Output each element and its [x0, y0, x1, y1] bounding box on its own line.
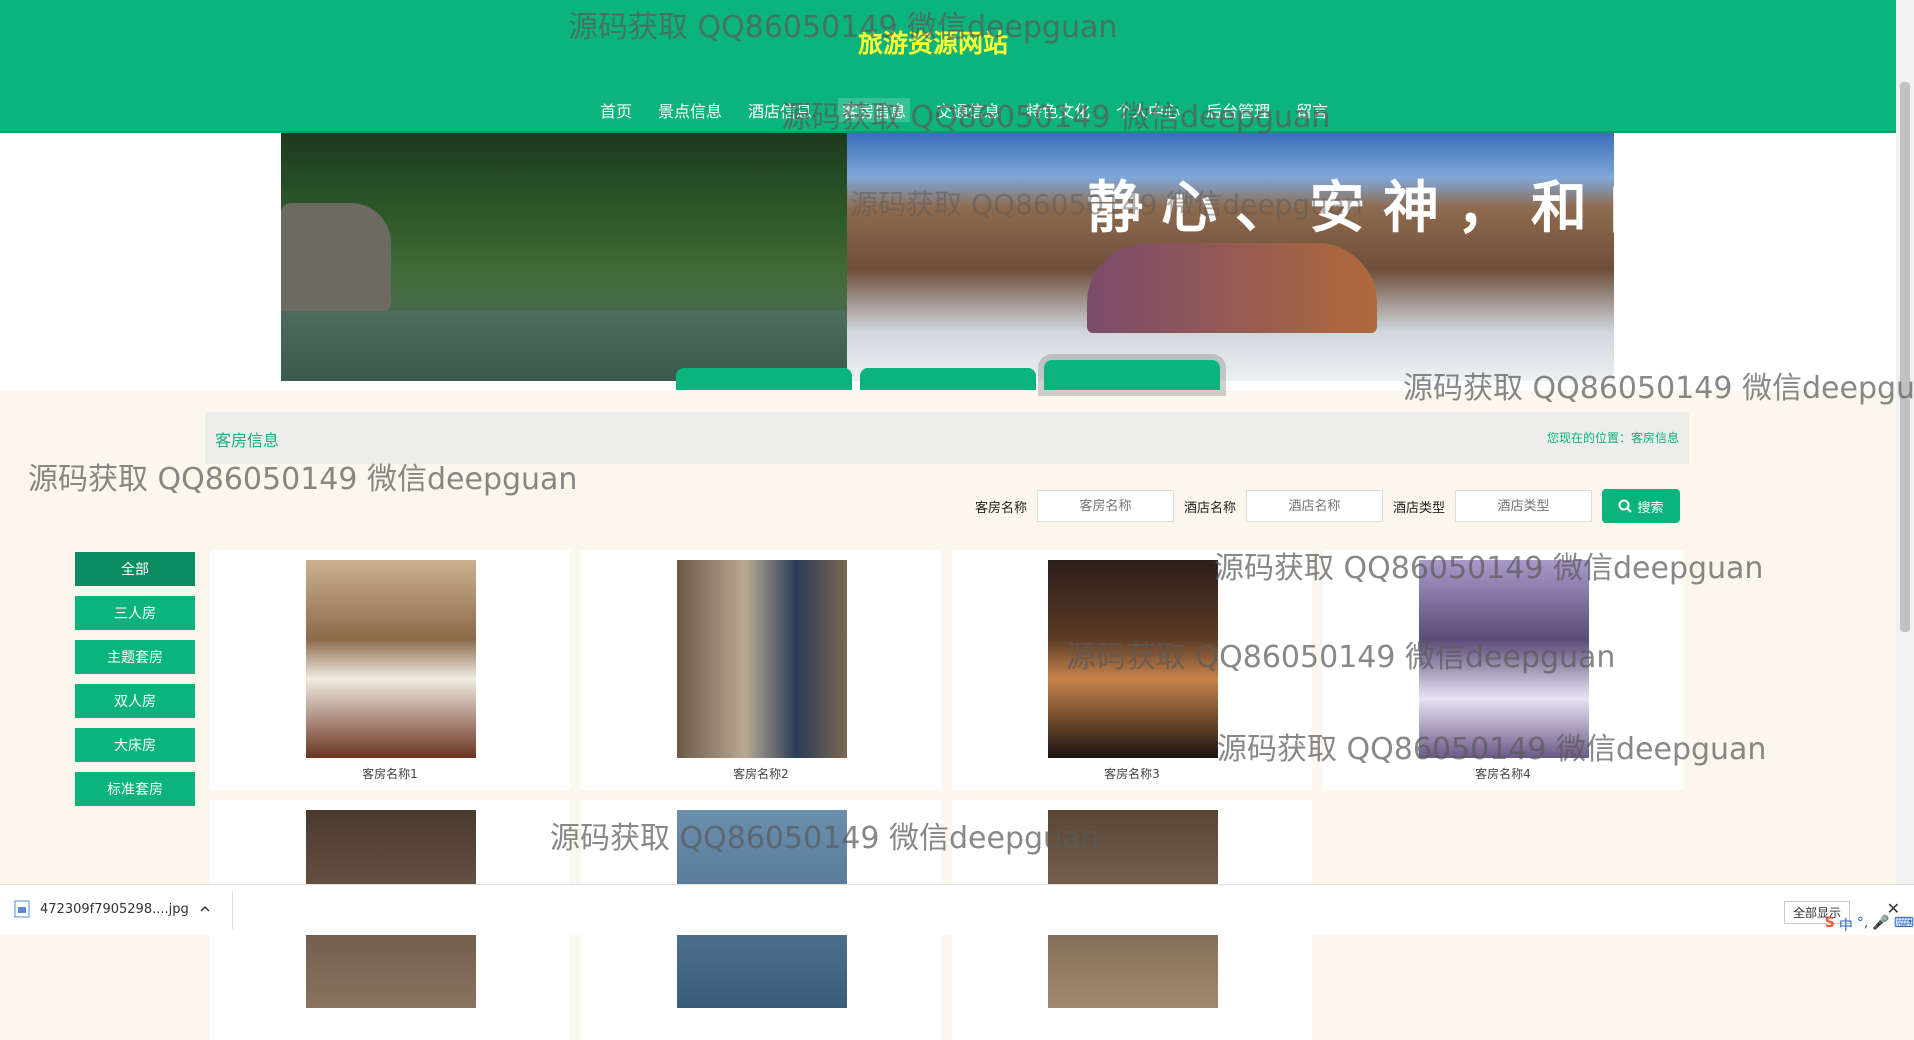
search-icon — [1618, 499, 1633, 513]
room-name-label: 客房名称 — [974, 500, 1027, 516]
room-name: 客房名称1 — [362, 767, 418, 781]
breadcrumb: 客房信息 您现在的位置：客房信息 — [205, 412, 1689, 464]
room-photo — [1048, 560, 1218, 758]
location-prefix: 您现在的位置： — [1546, 431, 1631, 445]
punctuation-icon[interactable]: °, — [1857, 915, 1868, 935]
hotel-type-input[interactable] — [1455, 490, 1592, 522]
room-card[interactable]: 客房名称3 — [952, 550, 1312, 790]
category-theme-suite[interactable]: 主题套房 — [75, 640, 195, 674]
site-title: 旅游资源网站 — [857, 29, 1008, 58]
nav-culture[interactable]: 特色文化 — [1026, 98, 1090, 122]
room-name: 客房名称2 — [733, 767, 789, 781]
carousel-dot-3[interactable] — [1044, 360, 1220, 390]
nav-messages[interactable]: 留言 — [1296, 98, 1328, 122]
sogou-icon[interactable]: S — [1825, 915, 1835, 935]
location-link[interactable]: 客房信息 — [1631, 431, 1679, 445]
carousel-indicators — [676, 360, 1220, 390]
room-photo — [1419, 560, 1589, 758]
chevron-up-icon[interactable] — [199, 903, 211, 915]
banner-building — [1087, 243, 1377, 333]
image-file-icon — [14, 900, 30, 918]
nav-personal-center[interactable]: 个人中心 — [1116, 98, 1180, 122]
category-triple[interactable]: 三人房 — [75, 596, 195, 630]
ime-tray: S 中 °, 🎤 ⌨ — [1825, 915, 1914, 935]
search-button[interactable]: 搜索 — [1602, 489, 1680, 523]
ime-mode[interactable]: 中 — [1839, 915, 1853, 935]
download-item[interactable]: 472309f7905298....jpg — [14, 900, 211, 918]
room-photo — [677, 560, 847, 758]
nav-transport[interactable]: 交通信息 — [936, 98, 1000, 122]
carousel-dot-2[interactable] — [860, 368, 1036, 390]
search-form: 客房名称 酒店名称 酒店类型 搜索 — [975, 489, 1680, 523]
room-card[interactable]: 客房名称1 — [210, 550, 570, 790]
banner-calligraphy: 静心、安神，和自 — [1087, 175, 1614, 241]
banner-rock — [281, 203, 391, 313]
nav-admin[interactable]: 后台管理 — [1206, 98, 1270, 122]
nav-home[interactable]: 首页 — [600, 98, 632, 122]
microphone-icon[interactable]: 🎤 — [1872, 915, 1889, 935]
banner-carousel[interactable]: 静心、安神，和自 — [0, 133, 1896, 391]
room-name-input[interactable] — [1036, 490, 1174, 522]
hotel-name-label: 酒店名称 — [1183, 500, 1236, 516]
hotel-type-label: 酒店类型 — [1392, 500, 1445, 516]
banner-slide-mountain: 静心、安神，和自 — [847, 133, 1614, 381]
download-filename: 472309f7905298....jpg — [40, 901, 189, 917]
room-card[interactable]: 客房名称4 — [1323, 550, 1683, 790]
carousel-dot-1[interactable] — [676, 368, 852, 390]
page-title: 客房信息 — [215, 431, 280, 450]
category-double[interactable]: 双人房 — [75, 684, 195, 718]
main-nav: 首页 景点信息 酒店信息 客房信息 交通信息 特色文化 个人中心 后台管理 留言 — [600, 98, 1328, 122]
category-list: 全部 三人房 主题套房 双人房 大床房 标准套房 — [75, 552, 195, 816]
site-header: 旅游资源网站 首页 景点信息 酒店信息 客房信息 交通信息 特色文化 个人中心 … — [0, 0, 1896, 133]
search-button-label: 搜索 — [1637, 500, 1664, 516]
download-bar: 472309f7905298....jpg 全部显示 ✕ S 中 °, 🎤 ⌨ — [0, 884, 1914, 935]
hotel-name-input[interactable] — [1245, 490, 1383, 522]
nav-hotels[interactable]: 酒店信息 — [748, 98, 812, 122]
nav-attractions[interactable]: 景点信息 — [658, 98, 722, 122]
page-scrollbar[interactable] — [1896, 0, 1914, 884]
category-standard-suite[interactable]: 标准套房 — [75, 772, 195, 806]
location-text: 您现在的位置：客房信息 — [1547, 429, 1679, 446]
room-name: 客房名称4 — [1475, 767, 1531, 781]
room-photo — [306, 560, 476, 758]
scrollbar-thumb[interactable] — [1900, 82, 1910, 632]
banner-slide-forest — [281, 133, 847, 381]
room-card[interactable]: 客房名称2 — [581, 550, 941, 790]
category-all[interactable]: 全部 — [75, 552, 195, 586]
nav-rooms[interactable]: 客房信息 — [838, 98, 911, 122]
room-name: 客房名称3 — [1104, 767, 1160, 781]
category-king[interactable]: 大床房 — [75, 728, 195, 762]
keyboard-icon[interactable]: ⌨ — [1894, 915, 1914, 935]
divider — [232, 891, 233, 929]
